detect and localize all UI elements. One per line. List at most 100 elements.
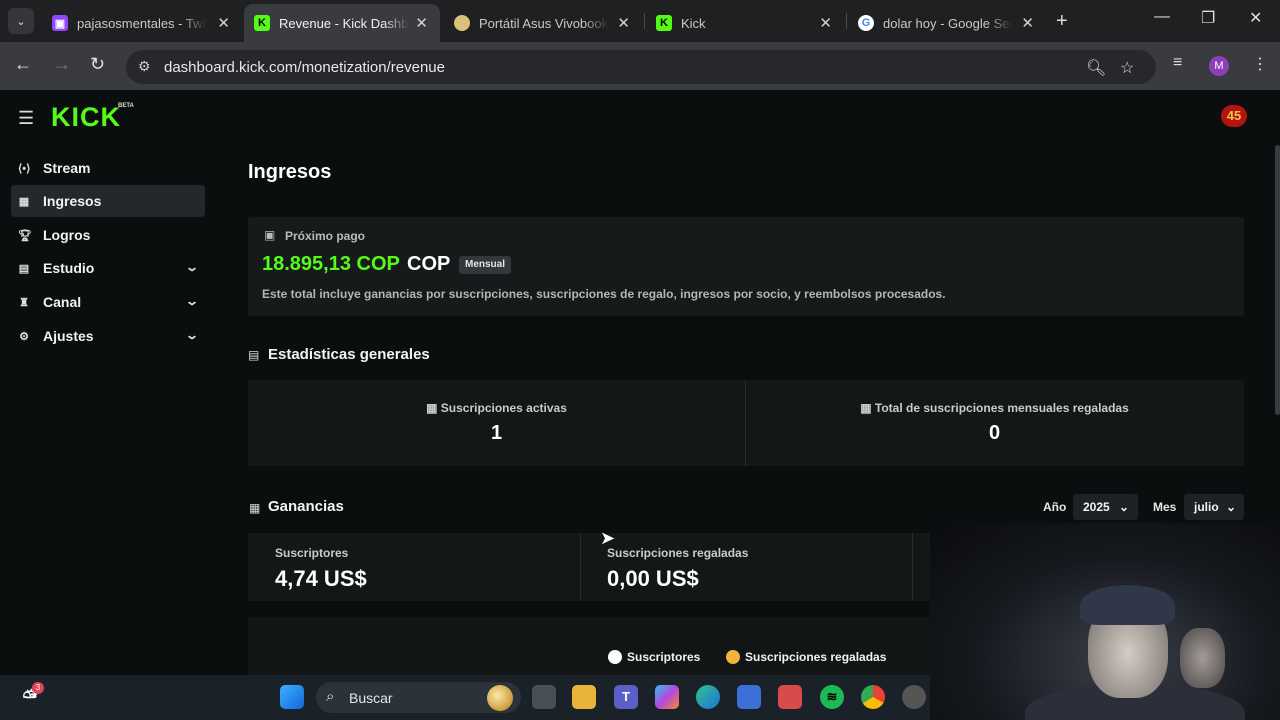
spotify-icon[interactable]: ≋ — [820, 685, 844, 709]
close-tab-icon[interactable]: ✕ — [1021, 14, 1034, 32]
gifted-subs-value: 0 — [988, 422, 1001, 444]
year-select-value: 2025 — [1083, 500, 1110, 514]
taskbar-search[interactable]: ⌕ Buscar — [316, 682, 521, 713]
earnings-gifted: Suscripciones regaladas 0,00 US$ — [580, 533, 912, 601]
active-subs-label-row: ▦ Suscripciones activas — [248, 401, 745, 415]
browser-tab[interactable]: G dolar hoy - Google Search ✕ — [848, 4, 1046, 42]
sidebar-item-ingresos[interactable]: ▦ Ingresos — [11, 185, 205, 217]
app-icon[interactable] — [778, 685, 802, 709]
kick-logo[interactable]: KICK — [51, 102, 121, 133]
sidebar-item-logros[interactable]: 🏆︎ Logros — [11, 219, 205, 251]
back-icon[interactable]: ← — [14, 54, 32, 75]
webcam-hand — [1180, 628, 1225, 688]
tab-title: Kick — [681, 15, 706, 31]
browser-toolbar: ← → ↻ ⚙ dashboard.kick.com/monetization/… — [0, 42, 1280, 90]
gifted-subs-stat: ▦ Total de suscripciones mensuales regal… — [746, 380, 1243, 466]
close-tab-icon[interactable]: ✕ — [415, 14, 428, 32]
sidebar-item-canal[interactable]: ♜ Canal ⌄ — [11, 286, 205, 318]
earnings-divider — [912, 533, 913, 601]
site-info-icon[interactable]: ⚙ — [138, 58, 151, 75]
notification-badge[interactable]: 45 — [1221, 105, 1247, 127]
edge-icon[interactable] — [696, 685, 720, 709]
google-favicon-icon: G — [858, 15, 874, 31]
browser-tab[interactable]: ▣ pajasosmentales - Twitch ✕ — [42, 4, 242, 42]
sidebar-item-ajustes[interactable]: ⚙ Ajustes ⌄ — [11, 320, 205, 352]
search-highlight-icon — [487, 685, 513, 711]
teams-icon[interactable]: T — [614, 685, 638, 709]
gear-icon: ⚙ — [19, 330, 29, 343]
close-window-icon[interactable]: ✕ — [1249, 8, 1262, 28]
profile-avatar[interactable]: M — [1209, 56, 1229, 76]
close-tab-icon[interactable]: ✕ — [617, 14, 630, 32]
chrome-icon[interactable] — [861, 685, 885, 709]
browser-tab[interactable]: Portátil Asus Vivobook ✕ — [444, 4, 642, 42]
search-placeholder: Buscar — [349, 690, 393, 706]
studio-icon: ▤ — [18, 262, 30, 275]
close-tab-icon[interactable]: ✕ — [217, 14, 230, 32]
stats-icon: ▤ — [248, 348, 260, 362]
chevron-down-icon: ⌄ — [184, 294, 200, 308]
earnings-gifted-value: 0,00 US$ — [607, 566, 699, 591]
reload-icon[interactable]: ↻ — [90, 54, 105, 75]
tab-title: pajasosmentales - Twitch — [77, 15, 207, 31]
mouse-cursor-icon: ➤ — [600, 528, 616, 548]
legend-item-gifted[interactable]: Suscripciones regaladas — [726, 650, 886, 664]
chevron-down-icon: ⌄ — [1118, 500, 1129, 514]
chart-icon: ▦ — [426, 401, 441, 415]
active-subs-stat: ▦ Suscripciones activas 1 — [248, 380, 745, 466]
year-label: Año — [1043, 500, 1067, 514]
payout-label: Próximo pago — [285, 229, 366, 243]
tab-search-dropdown[interactable]: ⌄ — [8, 8, 34, 34]
sidebar-item-label: Logros — [43, 227, 91, 243]
url-text[interactable]: dashboard.kick.com/monetization/revenue — [164, 59, 445, 76]
kick-favicon-icon: K — [254, 15, 270, 31]
bookmark-star-icon[interactable]: ☆ — [1120, 58, 1134, 78]
minimize-icon[interactable]: — — [1154, 8, 1170, 26]
chart-icon: ▦ — [18, 195, 30, 208]
payout-amount: 18.895,13 COP — [262, 253, 400, 275]
wallet-icon: ▣ — [264, 228, 276, 242]
general-stats-card: ▦ Suscripciones activas 1 ▦ Total de sus… — [248, 380, 1244, 466]
earnings-subs-label: Suscriptores — [275, 546, 349, 560]
month-label: Mes — [1153, 500, 1177, 514]
new-tab-icon[interactable]: + — [1056, 10, 1068, 33]
app-icon[interactable] — [902, 685, 926, 709]
file-explorer-icon[interactable] — [572, 685, 596, 709]
general-stats-heading: Estadísticas generales — [268, 346, 430, 363]
sidebar-item-estudio[interactable]: ▤ Estudio ⌄ — [11, 252, 205, 284]
chart-icon: ▦ — [249, 501, 261, 515]
copilot-icon[interactable] — [655, 685, 679, 709]
legend-dot — [726, 650, 740, 664]
sidebar-item-stream[interactable]: ⟨•⟩ Stream — [11, 152, 205, 184]
next-payout-card: ▣ Próximo pago 18.895,13 COP COP Mensual… — [248, 217, 1244, 316]
media-controls-icon[interactable]: ≡ — [1173, 54, 1182, 72]
legend-item-subs[interactable]: Suscriptores — [608, 650, 700, 664]
chevron-down-icon: ⌄ — [1225, 500, 1236, 514]
chevron-down-icon: ⌄ — [184, 260, 200, 274]
browser-menu-icon[interactable]: ⋮ — [1252, 54, 1268, 74]
browser-tab-active[interactable]: K Revenue - Kick Dashboard ✕ — [244, 4, 440, 42]
restore-icon[interactable]: ❐ — [1201, 8, 1215, 28]
address-bar[interactable]: ⚙ dashboard.kick.com/monetization/revenu… — [126, 50, 1156, 84]
browser-tab[interactable]: K Kick ✕ — [646, 4, 844, 42]
forward-icon[interactable]: → — [53, 54, 71, 75]
close-tab-icon[interactable]: ✕ — [819, 14, 832, 32]
zoom-search-icon[interactable]: 🔍︎ — [1086, 58, 1106, 78]
hamburger-menu-icon[interactable]: ☰ — [18, 108, 34, 129]
webcam-overlay — [930, 523, 1280, 720]
payout-frequency-badge: Mensual — [459, 256, 512, 274]
windows-start-icon[interactable] — [280, 685, 304, 709]
active-subs-value: 1 — [490, 422, 503, 444]
page-scrollbar[interactable] — [1275, 145, 1280, 415]
earnings-gifted-label: Suscripciones regaladas — [607, 546, 749, 560]
tab-title: dolar hoy - Google Search — [883, 15, 1013, 31]
page-title: Ingresos — [248, 161, 332, 183]
month-select[interactable]: julio ⌄ — [1184, 494, 1244, 520]
payout-currency: COP — [407, 253, 451, 275]
browser-tab-strip: ⌄ ▣ pajasosmentales - Twitch ✕ K Revenue… — [0, 0, 1280, 42]
store-icon[interactable] — [737, 685, 761, 709]
task-view-icon[interactable] — [532, 685, 556, 709]
earnings-heading: Ganancias — [268, 498, 344, 515]
tab-separator — [846, 13, 847, 29]
year-select[interactable]: 2025 ⌄ — [1073, 494, 1138, 520]
